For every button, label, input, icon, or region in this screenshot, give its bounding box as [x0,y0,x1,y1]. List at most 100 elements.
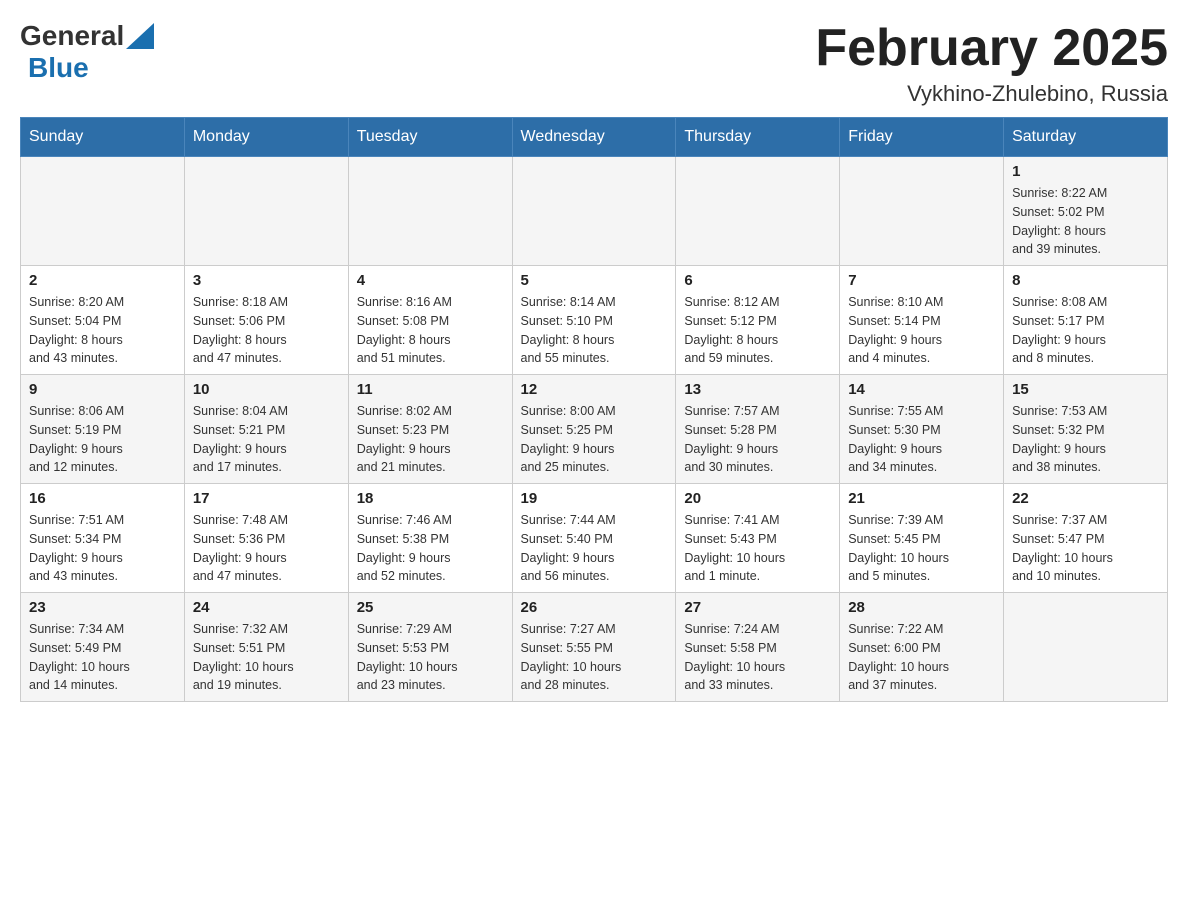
day-info: Sunrise: 8:00 AMSunset: 5:25 PMDaylight:… [521,402,668,477]
day-number: 21 [848,490,995,507]
day-number: 5 [521,272,668,289]
day-number: 7 [848,272,995,289]
day-number: 20 [684,490,831,507]
calendar-day-25: 25 Sunrise: 7:29 AMSunset: 5:53 PMDayligh… [348,593,512,702]
day-info: Sunrise: 8:22 AMSunset: 5:02 PMDaylight:… [1012,184,1159,259]
day-number: 2 [29,272,176,289]
day-info: Sunrise: 7:29 AMSunset: 5:53 PMDaylight:… [357,620,504,695]
weekday-header-saturday: Saturday [1004,118,1168,157]
day-number: 18 [357,490,504,507]
day-info: Sunrise: 8:04 AMSunset: 5:21 PMDaylight:… [193,402,340,477]
day-info: Sunrise: 7:48 AMSunset: 5:36 PMDaylight:… [193,511,340,586]
calendar-day-12: 12 Sunrise: 8:00 AMSunset: 5:25 PMDayligh… [512,375,676,484]
day-number: 27 [684,599,831,616]
calendar-empty-cell [512,157,676,266]
weekday-header-monday: Monday [184,118,348,157]
day-number: 22 [1012,490,1159,507]
calendar-day-1: 1 Sunrise: 8:22 AMSunset: 5:02 PMDaylight… [1004,157,1168,266]
day-info: Sunrise: 7:55 AMSunset: 5:30 PMDaylight:… [848,402,995,477]
calendar-day-3: 3 Sunrise: 8:18 AMSunset: 5:06 PMDaylight… [184,266,348,375]
day-number: 25 [357,599,504,616]
day-info: Sunrise: 7:53 AMSunset: 5:32 PMDaylight:… [1012,402,1159,477]
day-number: 16 [29,490,176,507]
day-number: 9 [29,381,176,398]
day-number: 12 [521,381,668,398]
day-info: Sunrise: 7:32 AMSunset: 5:51 PMDaylight:… [193,620,340,695]
day-info: Sunrise: 8:02 AMSunset: 5:23 PMDaylight:… [357,402,504,477]
day-number: 10 [193,381,340,398]
day-number: 23 [29,599,176,616]
logo-general-text: General [20,20,124,52]
calendar-day-8: 8 Sunrise: 8:08 AMSunset: 5:17 PMDaylight… [1004,266,1168,375]
day-info: Sunrise: 8:06 AMSunset: 5:19 PMDaylight:… [29,402,176,477]
day-number: 4 [357,272,504,289]
calendar-subtitle: Vykhino-Zhulebino, Russia [815,81,1168,107]
calendar-day-28: 28Sunrise: 7:22 AMSunset: 6:00 PMDayligh… [840,593,1004,702]
calendar-empty-cell [21,157,185,266]
weekday-header-sunday: Sunday [21,118,185,157]
day-info: Sunrise: 8:16 AMSunset: 5:08 PMDaylight:… [357,293,504,368]
weekday-header-wednesday: Wednesday [512,118,676,157]
day-info: Sunrise: 8:20 AMSunset: 5:04 PMDaylight:… [29,293,176,368]
day-number: 13 [684,381,831,398]
day-info: Sunrise: 8:10 AMSunset: 5:14 PMDaylight:… [848,293,995,368]
day-info: Sunrise: 8:18 AMSunset: 5:06 PMDaylight:… [193,293,340,368]
calendar-title: February 2025 [815,20,1168,77]
day-number: 19 [521,490,668,507]
day-number: 14 [848,381,995,398]
calendar-day-27: 27 Sunrise: 7:24 AMSunset: 5:58 PMDayligh… [676,593,840,702]
calendar-empty-cell [184,157,348,266]
day-info: Sunrise: 7:27 AMSunset: 5:55 PMDaylight:… [521,620,668,695]
calendar-day-18: 18 Sunrise: 7:46 AMSunset: 5:38 PMDayligh… [348,484,512,593]
calendar-day-5: 5Sunrise: 8:14 AMSunset: 5:10 PMDaylight… [512,266,676,375]
day-info: Sunrise: 7:51 AMSunset: 5:34 PMDaylight:… [29,511,176,586]
calendar-day-21: 21 Sunrise: 7:39 AMSunset: 5:45 PMDayligh… [840,484,1004,593]
calendar-day-9: 9 Sunrise: 8:06 AMSunset: 5:19 PMDaylight… [21,375,185,484]
calendar-week-row: 1 Sunrise: 8:22 AMSunset: 5:02 PMDaylight… [21,157,1168,266]
calendar-empty-cell [840,157,1004,266]
day-number: 17 [193,490,340,507]
day-number: 11 [357,381,504,398]
day-number: 1 [1012,163,1159,180]
logo-blue-text: Blue [28,52,89,83]
calendar-day-7: 7 Sunrise: 8:10 AMSunset: 5:14 PMDaylight… [840,266,1004,375]
logo: General Blue [20,20,156,84]
calendar-empty-cell [676,157,840,266]
calendar-day-14: 14 Sunrise: 7:55 AMSunset: 5:30 PMDayligh… [840,375,1004,484]
calendar-day-19: 19Sunrise: 7:44 AMSunset: 5:40 PMDayligh… [512,484,676,593]
day-info: Sunrise: 7:34 AMSunset: 5:49 PMDaylight:… [29,620,176,695]
day-info: Sunrise: 7:37 AMSunset: 5:47 PMDaylight:… [1012,511,1159,586]
calendar-day-10: 10 Sunrise: 8:04 AMSunset: 5:21 PMDayligh… [184,375,348,484]
day-number: 15 [1012,381,1159,398]
day-number: 3 [193,272,340,289]
calendar-day-26: 26 Sunrise: 7:27 AMSunset: 5:55 PMDayligh… [512,593,676,702]
calendar-day-22: 22 Sunrise: 7:37 AMSunset: 5:47 PMDayligh… [1004,484,1168,593]
calendar-day-16: 16 Sunrise: 7:51 AMSunset: 5:34 PMDayligh… [21,484,185,593]
calendar-day-15: 15 Sunrise: 7:53 AMSunset: 5:32 PMDayligh… [1004,375,1168,484]
calendar-week-row: 16 Sunrise: 7:51 AMSunset: 5:34 PMDayligh… [21,484,1168,593]
calendar-empty-cell [348,157,512,266]
day-info: Sunrise: 7:57 AMSunset: 5:28 PMDaylight:… [684,402,831,477]
day-info: Sunrise: 8:12 AMSunset: 5:12 PMDaylight:… [684,293,831,368]
weekday-header-friday: Friday [840,118,1004,157]
page-header: General Blue February 2025 Vykhino-Zhule… [20,20,1168,107]
calendar-day-20: 20Sunrise: 7:41 AMSunset: 5:43 PMDayligh… [676,484,840,593]
calendar-day-2: 2 Sunrise: 8:20 AMSunset: 5:04 PMDaylight… [21,266,185,375]
day-info: Sunrise: 7:24 AMSunset: 5:58 PMDaylight:… [684,620,831,695]
logo-triangle-icon [126,23,154,49]
day-info: Sunrise: 8:08 AMSunset: 5:17 PMDaylight:… [1012,293,1159,368]
day-info: Sunrise: 7:46 AMSunset: 5:38 PMDaylight:… [357,511,504,586]
weekday-header-row: SundayMondayTuesdayWednesdayThursdayFrid… [21,118,1168,157]
calendar-day-11: 11 Sunrise: 8:02 AMSunset: 5:23 PMDayligh… [348,375,512,484]
calendar-week-row: 2 Sunrise: 8:20 AMSunset: 5:04 PMDaylight… [21,266,1168,375]
title-section: February 2025 Vykhino-Zhulebino, Russia [815,20,1168,107]
day-number: 8 [1012,272,1159,289]
day-number: 6 [684,272,831,289]
calendar-day-6: 6 Sunrise: 8:12 AMSunset: 5:12 PMDaylight… [676,266,840,375]
calendar-day-24: 24Sunrise: 7:32 AMSunset: 5:51 PMDayligh… [184,593,348,702]
calendar-week-row: 9 Sunrise: 8:06 AMSunset: 5:19 PMDaylight… [21,375,1168,484]
calendar-day-13: 13 Sunrise: 7:57 AMSunset: 5:28 PMDayligh… [676,375,840,484]
day-info: Sunrise: 7:39 AMSunset: 5:45 PMDaylight:… [848,511,995,586]
day-number: 26 [521,599,668,616]
calendar-empty-cell [1004,593,1168,702]
